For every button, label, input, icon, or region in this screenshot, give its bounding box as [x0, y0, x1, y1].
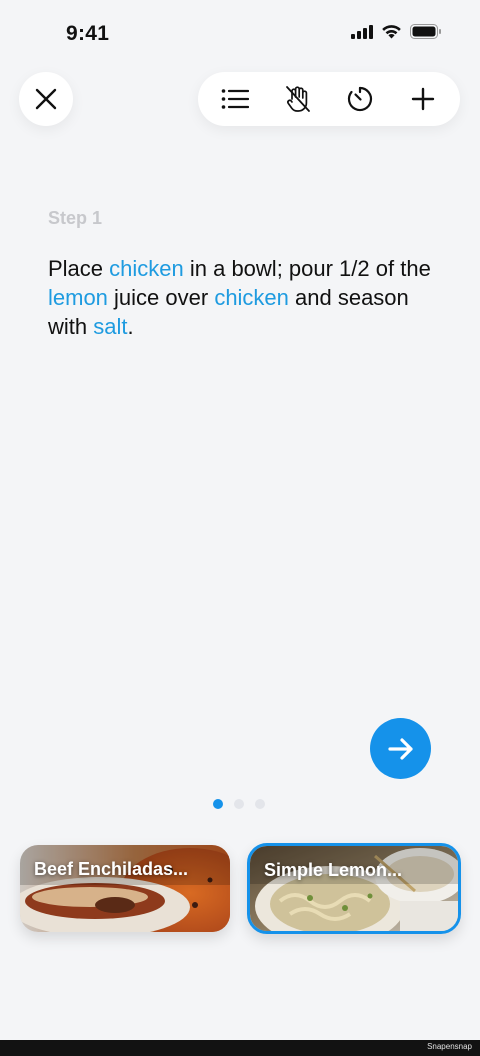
step-pagination: [213, 799, 265, 809]
page-dot[interactable]: [234, 799, 244, 809]
cooking-toolbar: [198, 72, 460, 126]
arrow-right-icon: [387, 737, 413, 760]
recipe-card-beef-enchiladas[interactable]: Beef Enchiladas...: [20, 845, 230, 932]
ingredient-link[interactable]: chicken: [214, 285, 289, 310]
wifi-icon: [381, 24, 402, 44]
page-dot[interactable]: [255, 799, 265, 809]
recipe-card-title: Simple Lemon...: [264, 860, 403, 880]
close-button[interactable]: [19, 72, 73, 126]
recipe-photo: [250, 846, 458, 931]
hands-free-off-icon: [285, 86, 310, 112]
add-button[interactable]: [399, 75, 447, 123]
battery-icon: [410, 24, 442, 44]
recipe-card-title: Beef Enchiladas...: [34, 859, 189, 879]
instruction-text: .: [127, 314, 134, 339]
timer-button[interactable]: [336, 75, 384, 123]
cellular-signal-icon: [351, 24, 373, 44]
next-step-button[interactable]: [370, 718, 431, 779]
ingredients-list-button[interactable]: [211, 75, 259, 123]
status-icons: [351, 24, 442, 44]
watermark: Snapensnap: [427, 1042, 472, 1051]
bottom-strip: Snapensnap: [0, 1040, 480, 1056]
ingredients-list-icon: [221, 89, 250, 109]
timer-icon: [348, 86, 373, 112]
ingredient-link[interactable]: chicken: [109, 256, 184, 281]
step-label: Step 1: [48, 208, 103, 228]
page-dot-active[interactable]: [213, 799, 223, 809]
hands-free-button[interactable]: [274, 75, 322, 123]
recipe-card-simple-lemon[interactable]: Simple Lemon...: [247, 843, 461, 934]
instruction-text: Place: [48, 256, 110, 281]
instruction-text: in a bowl; pour 1/2 of the: [183, 256, 431, 281]
instruction-text: juice over: [107, 285, 215, 310]
status-bar: 9:41: [0, 0, 480, 70]
close-icon: [35, 88, 57, 110]
ingredient-link[interactable]: lemon: [48, 285, 108, 310]
status-time: 9:41: [66, 22, 110, 45]
step-instruction: Place chicken in a bowl; pour 1/2 of the…: [48, 254, 438, 341]
add-icon: [411, 87, 434, 111]
ingredient-link[interactable]: salt: [93, 314, 127, 339]
